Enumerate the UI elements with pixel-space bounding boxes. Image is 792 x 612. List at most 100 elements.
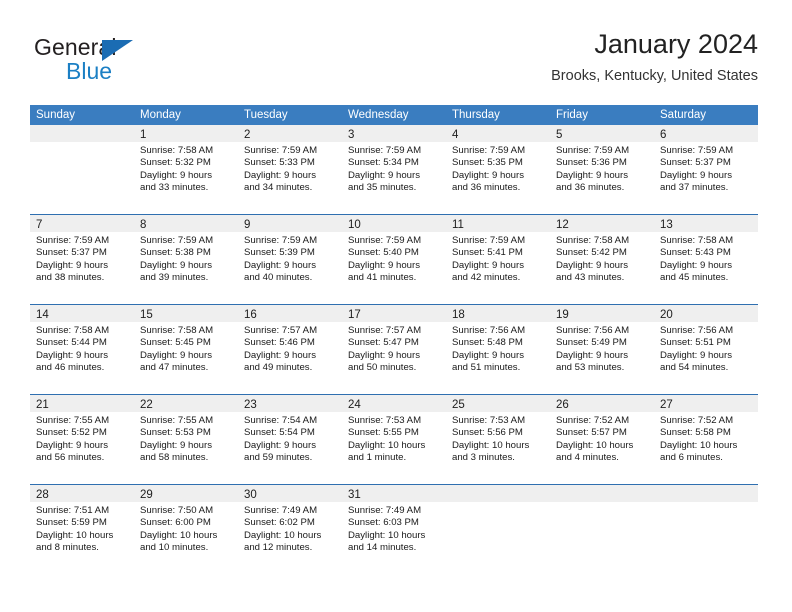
calendar-day-cell[interactable]: 28 Sunrise: 7:51 AM Sunset: 5:59 PM Dayligh… [30, 485, 134, 574]
sunrise-line: Sunrise: 7:55 AM [36, 415, 110, 426]
day-sun-info: Sunrise: 7:59 AM Sunset: 5:34 PM Daylight:… [342, 142, 446, 195]
day-sun-info: Sunrise: 7:52 AM Sunset: 5:57 PM Daylight:… [550, 412, 654, 465]
calendar-day-cell[interactable]: 3 Sunrise: 7:59 AM Sunset: 5:34 PM Daylight… [342, 125, 446, 214]
day-number-band: 11 [446, 215, 550, 232]
daylight-line-1: Daylight: 9 hours [244, 259, 316, 271]
sunset-line: Sunset: 5:36 PM [556, 157, 627, 169]
calendar-day-cell-empty [446, 485, 550, 574]
day-sun-info: Sunrise: 7:59 AM Sunset: 5:39 PM Daylight:… [238, 232, 342, 285]
day-number: 18 [452, 309, 465, 321]
calendar-day-cell[interactable]: 20 Sunrise: 7:56 AM Sunset: 5:51 PM Dayligh… [654, 305, 758, 394]
calendar-day-cell[interactable]: 21 Sunrise: 7:55 AM Sunset: 5:52 PM Dayligh… [30, 395, 134, 484]
calendar-day-cell[interactable]: 12 Sunrise: 7:58 AM Sunset: 5:42 PM Dayligh… [550, 215, 654, 304]
calendar-day-cell[interactable]: 6 Sunrise: 7:59 AM Sunset: 5:37 PM Daylight… [654, 125, 758, 214]
day-sun-info: Sunrise: 7:59 AM Sunset: 5:37 PM Daylight:… [30, 232, 134, 285]
day-number-band: 30 [238, 485, 342, 502]
daylight-line-1: Daylight: 9 hours [244, 349, 316, 361]
sunrise-line: Sunrise: 7:59 AM [452, 145, 526, 156]
daylight-line-2: and 51 minutes. [452, 362, 521, 374]
daylight-line-1: Daylight: 9 hours [244, 169, 316, 181]
logo-text-blue: Blue [66, 58, 113, 84]
daylight-line-2: and 47 minutes. [140, 362, 209, 374]
calendar-day-cell[interactable]: 24 Sunrise: 7:53 AM Sunset: 5:55 PM Dayligh… [342, 395, 446, 484]
day-sun-info [654, 502, 758, 505]
sunrise-line: Sunrise: 7:49 AM [348, 505, 422, 516]
day-number-band: 29 [134, 485, 238, 502]
day-sun-info: Sunrise: 7:57 AM Sunset: 5:46 PM Daylight:… [238, 322, 342, 375]
daylight-line-2: and 4 minutes. [556, 452, 619, 464]
day-number: 28 [36, 489, 49, 501]
calendar-day-cell[interactable]: 10 Sunrise: 7:59 AM Sunset: 5:40 PM Dayligh… [342, 215, 446, 304]
calendar-weeks: 1 Sunrise: 7:58 AM Sunset: 5:32 PM Daylight… [30, 125, 758, 574]
sunset-line: Sunset: 6:00 PM [140, 517, 211, 529]
day-number-band: 14 [30, 305, 134, 322]
day-sun-info: Sunrise: 7:53 AM Sunset: 5:55 PM Daylight:… [342, 412, 446, 465]
day-number: 26 [556, 399, 569, 411]
calendar-day-cell[interactable]: 22 Sunrise: 7:55 AM Sunset: 5:53 PM Dayligh… [134, 395, 238, 484]
day-sun-info: Sunrise: 7:56 AM Sunset: 5:49 PM Daylight:… [550, 322, 654, 375]
sunrise-line: Sunrise: 7:56 AM [556, 325, 630, 336]
calendar-day-cell[interactable]: 16 Sunrise: 7:57 AM Sunset: 5:46 PM Dayligh… [238, 305, 342, 394]
day-number: 21 [36, 399, 49, 411]
sunset-line: Sunset: 5:34 PM [348, 157, 419, 169]
sunrise-line: Sunrise: 7:59 AM [348, 145, 422, 156]
daylight-line-1: Daylight: 10 hours [36, 529, 114, 541]
day-number-band: 6 [654, 125, 758, 142]
calendar-day-cell[interactable]: 13 Sunrise: 7:58 AM Sunset: 5:43 PM Dayligh… [654, 215, 758, 304]
calendar-day-cell[interactable]: 2 Sunrise: 7:59 AM Sunset: 5:33 PM Daylight… [238, 125, 342, 214]
day-number: 5 [556, 129, 563, 141]
calendar-day-cell[interactable]: 30 Sunrise: 7:49 AM Sunset: 6:02 PM Dayligh… [238, 485, 342, 574]
calendar-day-cell[interactable]: 4 Sunrise: 7:59 AM Sunset: 5:35 PM Daylight… [446, 125, 550, 214]
sunrise-line: Sunrise: 7:53 AM [452, 415, 526, 426]
day-number-band: 1 [134, 125, 238, 142]
day-number-band: 26 [550, 395, 654, 412]
day-number: 30 [244, 489, 257, 501]
calendar-day-cell[interactable]: 27 Sunrise: 7:52 AM Sunset: 5:58 PM Dayligh… [654, 395, 758, 484]
page-title: January 2024 [594, 29, 758, 59]
daylight-line-2: and 39 minutes. [140, 272, 209, 284]
day-number: 25 [452, 399, 465, 411]
calendar-day-cell[interactable]: 1 Sunrise: 7:58 AM Sunset: 5:32 PM Daylight… [134, 125, 238, 214]
day-sun-info: Sunrise: 7:56 AM Sunset: 5:51 PM Daylight:… [654, 322, 758, 375]
sunset-line: Sunset: 5:48 PM [452, 337, 523, 349]
sunrise-line: Sunrise: 7:57 AM [244, 325, 318, 336]
calendar-day-cell[interactable]: 17 Sunrise: 7:57 AM Sunset: 5:47 PM Dayligh… [342, 305, 446, 394]
day-number: 2 [244, 129, 251, 141]
calendar-day-cell[interactable]: 14 Sunrise: 7:58 AM Sunset: 5:44 PM Dayligh… [30, 305, 134, 394]
day-number-band: 5 [550, 125, 654, 142]
calendar-day-cell[interactable]: 9 Sunrise: 7:59 AM Sunset: 5:39 PM Daylight… [238, 215, 342, 304]
day-sun-info: Sunrise: 7:59 AM Sunset: 5:41 PM Daylight:… [446, 232, 550, 285]
daylight-line-2: and 56 minutes. [36, 452, 105, 464]
general-blue-logo[interactable]: General Blue [34, 34, 244, 90]
calendar-day-cell-empty [550, 485, 654, 574]
calendar-day-cell[interactable]: 31 Sunrise: 7:49 AM Sunset: 6:03 PM Dayligh… [342, 485, 446, 574]
calendar-day-cell[interactable]: 26 Sunrise: 7:52 AM Sunset: 5:57 PM Dayligh… [550, 395, 654, 484]
calendar-day-cell[interactable]: 23 Sunrise: 7:54 AM Sunset: 5:54 PM Dayligh… [238, 395, 342, 484]
day-sun-info: Sunrise: 7:49 AM Sunset: 6:02 PM Daylight:… [238, 502, 342, 555]
daylight-line-1: Daylight: 10 hours [452, 439, 530, 451]
daylight-line-2: and 46 minutes. [36, 362, 105, 374]
calendar-day-cell[interactable]: 8 Sunrise: 7:59 AM Sunset: 5:38 PM Daylight… [134, 215, 238, 304]
calendar-day-cell[interactable]: 5 Sunrise: 7:59 AM Sunset: 5:36 PM Daylight… [550, 125, 654, 214]
sunrise-line: Sunrise: 7:58 AM [36, 325, 110, 336]
calendar-day-cell[interactable]: 7 Sunrise: 7:59 AM Sunset: 5:37 PM Daylight… [30, 215, 134, 304]
calendar-day-cell[interactable]: 19 Sunrise: 7:56 AM Sunset: 5:49 PM Dayligh… [550, 305, 654, 394]
daylight-line-1: Daylight: 9 hours [452, 169, 524, 181]
calendar-day-cell[interactable]: 15 Sunrise: 7:58 AM Sunset: 5:45 PM Dayligh… [134, 305, 238, 394]
calendar-day-cell[interactable]: 25 Sunrise: 7:53 AM Sunset: 5:56 PM Dayligh… [446, 395, 550, 484]
sunset-line: Sunset: 5:44 PM [36, 337, 107, 349]
day-sun-info: Sunrise: 7:54 AM Sunset: 5:54 PM Daylight:… [238, 412, 342, 465]
day-number: 8 [140, 219, 147, 231]
weekday-header-thursday: Thursday [452, 109, 500, 121]
daylight-line-2: and 53 minutes. [556, 362, 625, 374]
day-number: 24 [348, 399, 361, 411]
daylight-line-1: Daylight: 9 hours [36, 439, 108, 451]
calendar-day-cell[interactable]: 18 Sunrise: 7:56 AM Sunset: 5:48 PM Dayligh… [446, 305, 550, 394]
calendar-day-cell[interactable]: 11 Sunrise: 7:59 AM Sunset: 5:41 PM Dayligh… [446, 215, 550, 304]
daylight-line-2: and 34 minutes. [244, 182, 313, 194]
calendar-day-cell[interactable]: 29 Sunrise: 7:50 AM Sunset: 6:00 PM Dayligh… [134, 485, 238, 574]
sunset-line: Sunset: 5:55 PM [348, 427, 419, 439]
sunrise-line: Sunrise: 7:59 AM [452, 235, 526, 246]
sunset-line: Sunset: 6:03 PM [348, 517, 419, 529]
daylight-line-1: Daylight: 9 hours [36, 349, 108, 361]
